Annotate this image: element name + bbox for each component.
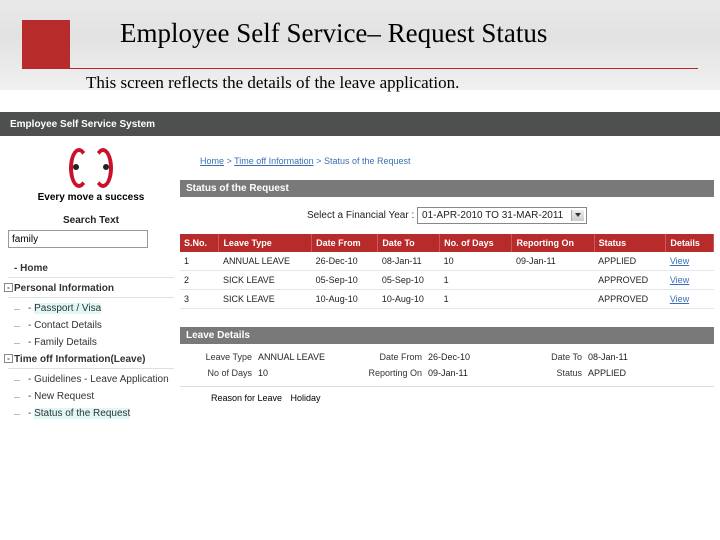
sidebar: Every move a success Search Text - Home …	[0, 136, 180, 540]
view-link[interactable]: View	[666, 290, 714, 309]
tree-contact-details[interactable]: - Contact Details	[8, 317, 174, 334]
ld-lbl-leavetype: Leave Type	[188, 352, 258, 362]
col-reporting: Reporting On	[512, 234, 594, 252]
table-row: 2 SICK LEAVE 05-Sep-10 05-Sep-10 1 APPRO…	[180, 271, 714, 290]
tree-family-details[interactable]: - Family Details	[8, 334, 174, 351]
breadcrumb: Home > Time off Information > Status of …	[180, 136, 714, 180]
fy-label: Select a Financial Year :	[307, 210, 414, 221]
leave-details-grid: Leave Type ANNUAL LEAVE Date From 26-Dec…	[180, 344, 714, 386]
breadcrumb-timeoff[interactable]: Time off Information	[234, 156, 314, 166]
search-input[interactable]	[8, 230, 148, 248]
chevron-down-icon	[575, 213, 581, 217]
ld-val-days: 10	[258, 368, 358, 378]
main-content: Home > Time off Information > Status of …	[180, 136, 720, 540]
tagline: Every move a success	[8, 192, 174, 203]
tree-personal-info[interactable]: - Personal Information	[8, 280, 174, 298]
table-row: 3 SICK LEAVE 10-Aug-10 10-Aug-10 1 APPRO…	[180, 290, 714, 309]
tree-home[interactable]: - Home	[8, 260, 174, 278]
ld-val-reporting: 09-Jan-11	[428, 368, 528, 378]
ld-lbl-dateto: Date To	[528, 352, 588, 362]
col-date-from: Date From	[312, 234, 378, 252]
col-leave-type: Leave Type	[219, 234, 312, 252]
ld-val-dateto: 08-Jan-11	[588, 352, 678, 362]
slide-subtitle: This screen reflects the details of the …	[86, 73, 459, 93]
app-header: Employee Self Service System	[0, 112, 720, 136]
reason-row: Reason for Leave Holiday	[180, 386, 714, 409]
col-days: No. of Days	[440, 234, 512, 252]
ld-lbl-reason: Reason for Leave	[188, 393, 288, 403]
section-status-header: Status of the Request	[180, 180, 714, 197]
request-table: S.No. Leave Type Date From Date To No. o…	[180, 234, 714, 309]
breadcrumb-home[interactable]: Home	[200, 156, 224, 166]
tree-time-off[interactable]: - Time off Information(Leave)	[8, 351, 174, 369]
ld-val-status: APPLIED	[588, 368, 678, 378]
app-window: Employee Self Service System Every move …	[0, 112, 720, 540]
slide-accent-line	[22, 68, 698, 69]
col-sno: S.No.	[180, 234, 219, 252]
table-row: 1 ANNUAL LEAVE 26-Dec-10 08-Jan-11 10 09…	[180, 252, 714, 271]
breadcrumb-current: Status of the Request	[324, 156, 411, 166]
fy-select[interactable]: 01-APR-2010 TO 31-MAR-2011	[417, 207, 587, 224]
slide-accent-square	[22, 20, 70, 68]
ld-lbl-status: Status	[528, 368, 588, 378]
leave-details-header: Leave Details	[180, 327, 714, 344]
collapse-icon[interactable]: -	[4, 354, 13, 363]
tree-guidelines[interactable]: - Guidelines - Leave Application	[8, 371, 174, 388]
ld-val-leavetype: ANNUAL LEAVE	[258, 352, 358, 362]
ld-lbl-reporting: Reporting On	[358, 368, 428, 378]
tree-new-request[interactable]: - New Request	[8, 388, 174, 405]
slide-title: Employee Self Service– Request Status	[120, 18, 547, 49]
ld-lbl-days: No of Days	[188, 368, 258, 378]
collapse-icon[interactable]: -	[4, 283, 13, 292]
col-details: Details	[666, 234, 714, 252]
ld-lbl-datefrom: Date From	[358, 352, 428, 362]
view-link[interactable]: View	[666, 252, 714, 271]
tree-status-request[interactable]: - Status of the Request	[8, 405, 174, 422]
col-status: Status	[594, 234, 666, 252]
tree-passport-visa[interactable]: - Passport / Visa	[8, 300, 174, 317]
search-label: Search Text	[8, 215, 174, 226]
logo	[69, 148, 113, 188]
ld-val-datefrom: 26-Dec-10	[428, 352, 528, 362]
ld-val-reason: Holiday	[291, 393, 321, 403]
col-date-to: Date To	[378, 234, 440, 252]
nav-tree: - Home - Personal Information - Passport…	[8, 260, 174, 422]
view-link[interactable]: View	[666, 271, 714, 290]
